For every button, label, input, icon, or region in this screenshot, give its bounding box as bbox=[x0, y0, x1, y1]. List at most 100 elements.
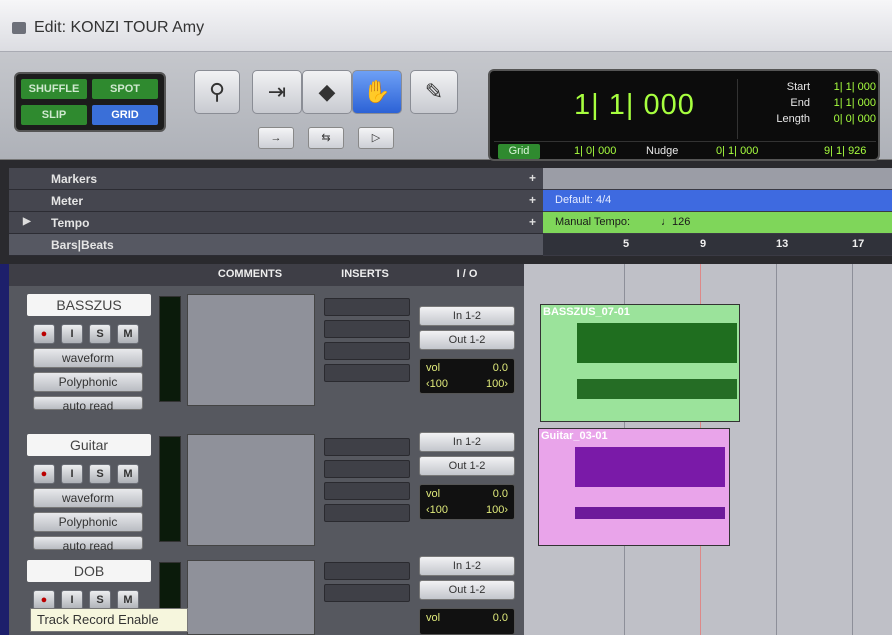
mute-button[interactable]: M bbox=[117, 464, 139, 484]
grid-mode-button[interactable]: GRID bbox=[92, 105, 158, 125]
output-select[interactable]: Out 1-2 bbox=[419, 580, 515, 600]
tab-to-transient-button[interactable]: ▷ bbox=[358, 127, 394, 149]
arrow-right-icon: → bbox=[270, 132, 282, 144]
comments-field[interactable] bbox=[187, 434, 315, 546]
track-name[interactable]: Guitar bbox=[27, 434, 151, 456]
slip-mode-button[interactable]: SLIP bbox=[21, 105, 87, 125]
add-marker-icon[interactable]: + bbox=[529, 171, 536, 185]
pencil-tool-button[interactable]: ✎ bbox=[410, 70, 458, 114]
markers-ruler[interactable] bbox=[543, 168, 892, 190]
insert-slot[interactable] bbox=[324, 320, 410, 338]
io-header: I / O bbox=[456, 268, 478, 280]
pro-tools-edit-window: Edit: KONZI TOUR Amy SHUFFLE SPOT SLIP G… bbox=[0, 0, 892, 635]
input-select[interactable]: In 1-2 bbox=[419, 306, 515, 326]
insert-slot[interactable] bbox=[324, 364, 410, 382]
elastic-mode-select[interactable]: Polyphonic bbox=[33, 372, 143, 392]
tempo-ruler-label[interactable]: ▶ Tempo + bbox=[9, 212, 543, 234]
grid-button[interactable]: Grid bbox=[498, 144, 540, 159]
markers-ruler-label[interactable]: Markers + bbox=[9, 168, 543, 190]
elastic-mode-select[interactable]: Polyphonic bbox=[33, 512, 143, 532]
grid-line bbox=[852, 264, 853, 635]
audio-clip-guitar[interactable]: Guitar_03-01 bbox=[538, 428, 730, 546]
ruler-area: Markers + Meter + ▶ Tempo + Bars|Beats Defau… bbox=[0, 160, 892, 264]
toolbar: SHUFFLE SPOT SLIP GRID ⚲ ⇥ ◆ ✋ ✎ → ⇆ ▷ 1… bbox=[0, 52, 892, 161]
selection-panel: Start 1| 1| 000 End 1| 1| 000 Length 0| … bbox=[737, 79, 877, 139]
insert-slot[interactable] bbox=[324, 298, 410, 316]
grabber-tool-button[interactable]: ✋ bbox=[352, 70, 402, 114]
insert-slot[interactable] bbox=[324, 342, 410, 360]
volume-pan-display[interactable]: vol 0.0 bbox=[419, 608, 515, 635]
mixer-panel: BASSZUS ● I S M waveform Polyphonic auto… bbox=[9, 286, 524, 635]
waveform-bottom bbox=[575, 507, 725, 519]
end-value[interactable]: 1| 1| 000 bbox=[818, 97, 876, 109]
insert-slot[interactable] bbox=[324, 584, 410, 602]
magnifier-icon: ⚲ bbox=[208, 79, 226, 104]
link-button[interactable]: ⇆ bbox=[308, 127, 344, 149]
length-value[interactable]: 0| 0| 000 bbox=[818, 113, 876, 125]
record-enable-button[interactable]: ● bbox=[33, 324, 55, 344]
volume-pan-display[interactable]: vol 0.0 ‹100 100› bbox=[419, 484, 515, 520]
edit-timeline[interactable]: BASSZUS_07-01 Guitar_03-01 bbox=[524, 264, 892, 635]
output-select[interactable]: Out 1-2 bbox=[419, 330, 515, 350]
mixer-column-headers: COMMENTS INSERTS I / O bbox=[9, 264, 524, 286]
track-view-select[interactable]: waveform bbox=[33, 348, 143, 368]
start-label: Start bbox=[786, 81, 810, 93]
main-counter-value[interactable]: 1| 1| 000 bbox=[574, 89, 695, 122]
insert-slot[interactable] bbox=[324, 460, 410, 478]
bars-beats-ruler[interactable]: 5 9 13 17 bbox=[543, 234, 892, 256]
trim-tool-button[interactable]: ⇥ bbox=[252, 70, 302, 114]
shuffle-mode-button[interactable]: SHUFFLE bbox=[21, 79, 87, 99]
waveform-bottom bbox=[577, 379, 737, 399]
waveform-top bbox=[577, 323, 737, 363]
track-name[interactable]: BASSZUS bbox=[27, 294, 151, 316]
tempo-bpm: ♩126 bbox=[661, 216, 691, 228]
length-label: Length bbox=[776, 113, 810, 125]
meter-ruler-label[interactable]: Meter + bbox=[9, 190, 543, 212]
input-monitor-button[interactable]: I bbox=[61, 464, 83, 484]
insert-slot[interactable] bbox=[324, 482, 410, 500]
expand-icon[interactable]: ▶ bbox=[23, 216, 31, 227]
insert-slot[interactable] bbox=[324, 562, 410, 580]
audio-clip-basszus[interactable]: BASSZUS_07-01 bbox=[540, 304, 740, 422]
track-guitar: Guitar ● I S M waveform Polyphonic auto … bbox=[9, 426, 524, 553]
track-view-select[interactable]: waveform bbox=[33, 488, 143, 508]
input-select[interactable]: In 1-2 bbox=[419, 432, 515, 452]
add-meter-icon[interactable]: + bbox=[529, 193, 536, 207]
volume-pan-display[interactable]: vol 0.0 ‹100 100› bbox=[419, 358, 515, 394]
automation-mode-select[interactable]: auto read bbox=[33, 396, 143, 413]
selector-tool-button[interactable]: ◆ bbox=[302, 70, 352, 114]
add-tempo-icon[interactable]: + bbox=[529, 215, 536, 229]
record-enable-button[interactable]: ● bbox=[33, 464, 55, 484]
solo-button[interactable]: S bbox=[89, 464, 111, 484]
insert-slot[interactable] bbox=[324, 504, 410, 522]
bars-beats-ruler-label[interactable]: Bars|Beats bbox=[9, 234, 543, 256]
nudge-value[interactable]: 0| 1| 000 bbox=[716, 145, 758, 157]
edit-mode-panel: SHUFFLE SPOT SLIP GRID bbox=[14, 72, 166, 132]
insert-slot[interactable] bbox=[324, 438, 410, 456]
record-enable-button[interactable]: ● bbox=[33, 590, 55, 610]
automation-mode-select[interactable]: auto read bbox=[33, 536, 143, 553]
meter-ruler[interactable]: Default: 4/4 bbox=[543, 190, 892, 212]
nudge-left-button[interactable]: → bbox=[258, 127, 294, 149]
spot-mode-button[interactable]: SPOT bbox=[92, 79, 158, 99]
tempo-ruler[interactable]: Manual Tempo: ♩126 bbox=[543, 212, 892, 234]
comments-field[interactable] bbox=[187, 294, 315, 406]
grid-value[interactable]: 1| 0| 000 bbox=[574, 145, 616, 157]
solo-button[interactable]: S bbox=[89, 590, 111, 610]
track-name[interactable]: DOB bbox=[27, 560, 151, 582]
tempo-value: Manual Tempo: bbox=[555, 216, 631, 228]
input-monitor-button[interactable]: I bbox=[61, 590, 83, 610]
clip-name: Guitar_03-01 bbox=[541, 430, 608, 442]
solo-button[interactable]: S bbox=[89, 324, 111, 344]
bar-number: 5 bbox=[623, 238, 630, 250]
comments-field[interactable] bbox=[187, 560, 315, 635]
mute-button[interactable]: M bbox=[117, 324, 139, 344]
zoom-tool-button[interactable]: ⚲ bbox=[194, 70, 240, 114]
output-select[interactable]: Out 1-2 bbox=[419, 456, 515, 476]
link-icon: ⇆ bbox=[321, 132, 331, 144]
end-label: End bbox=[790, 97, 810, 109]
start-value[interactable]: 1| 1| 000 bbox=[818, 81, 876, 93]
input-monitor-button[interactable]: I bbox=[61, 324, 83, 344]
mute-button[interactable]: M bbox=[117, 590, 139, 610]
input-select[interactable]: In 1-2 bbox=[419, 556, 515, 576]
